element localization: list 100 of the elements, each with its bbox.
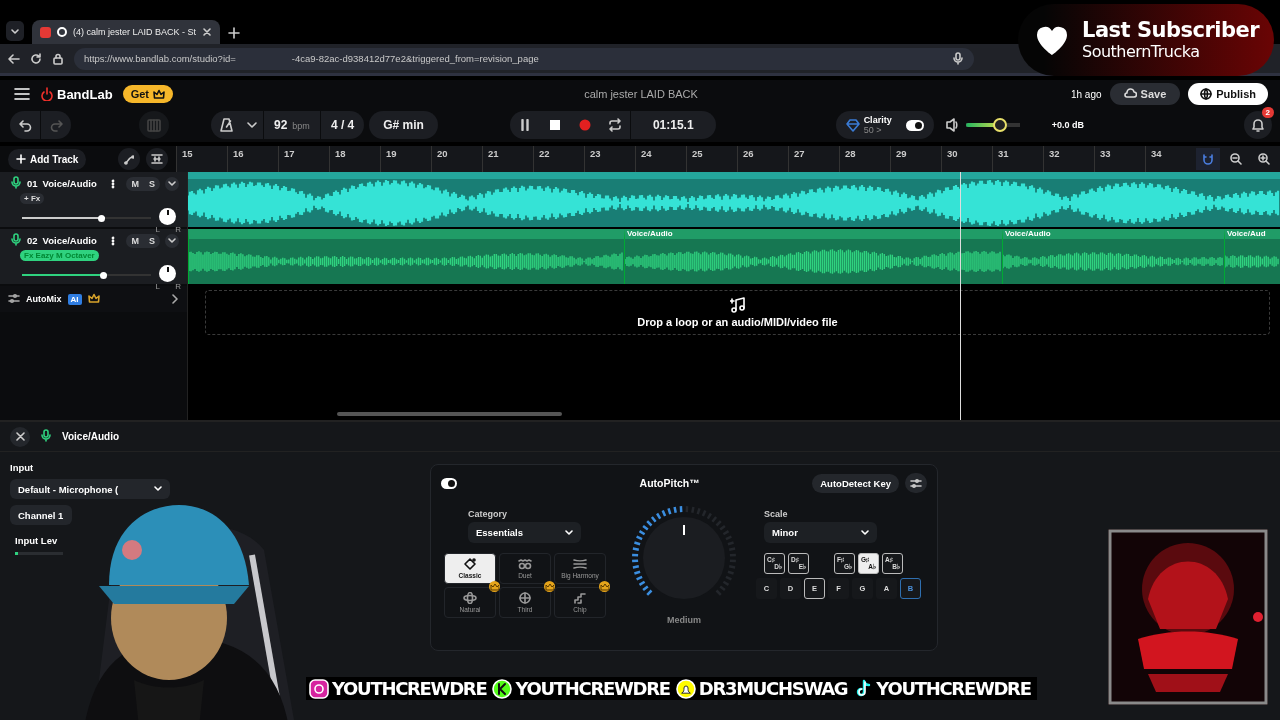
clip-label: Voice/Audio (627, 229, 673, 239)
clarity-label: Clarity (863, 114, 892, 125)
pan-knob[interactable] (159, 265, 177, 282)
brand-name: BandLab (57, 86, 113, 102)
caret-icon (10, 26, 20, 36)
undo-icon (18, 118, 32, 132)
curve-icon (124, 153, 134, 165)
tab-list-button[interactable] (6, 21, 24, 41)
ai-badge: AI (67, 293, 82, 305)
publish-button[interactable]: Publish (1188, 83, 1268, 105)
add-track-button[interactable]: Add Track (8, 148, 87, 170)
diamond-icon (463, 558, 477, 570)
social-handle: YOUTHCREWDRE (332, 678, 487, 699)
url-text: -4ca9-82ac-d938412d77e2&triggered_from=revision_page (291, 53, 539, 64)
save-button[interactable]: Save (1109, 83, 1181, 105)
close-button[interactable] (10, 426, 30, 447)
diamond-icon (845, 118, 860, 132)
toggle-switch[interactable] (441, 477, 457, 489)
music-note-icon (729, 297, 746, 313)
toggle-switch[interactable] (905, 119, 924, 131)
caret-icon (168, 237, 176, 244)
zoom-out-icon (1230, 153, 1242, 165)
browser-tab[interactable]: (4) calm jester LAID BACK - St (32, 20, 221, 44)
redo-icon (49, 118, 63, 132)
caret-icon (247, 121, 257, 129)
pan-left-label: L (155, 225, 160, 234)
effects-chip[interactable]: + Fx (20, 193, 45, 204)
camera-icon (309, 678, 329, 699)
track-number: 02 (27, 235, 38, 246)
more-icon (111, 235, 116, 246)
tempo-field[interactable]: 92 bpm (264, 118, 320, 132)
channel-dropdown[interactable]: Channel 1 (10, 505, 72, 525)
track-name[interactable]: Voice/Audio (42, 178, 97, 189)
scale-dropdown[interactable]: Minor (764, 522, 877, 543)
social-handle: YOUTHCREWDRE (515, 678, 670, 699)
microphone-icon (10, 176, 22, 189)
record-icon (57, 27, 67, 37)
record-icon (578, 119, 591, 131)
microphone-icon (952, 52, 964, 65)
solo-button[interactable]: S (144, 176, 160, 191)
time-display: 01:15.1 (651, 118, 695, 132)
autodetect-key-button[interactable]: AutoDetect Key (812, 473, 899, 493)
get-button[interactable]: Get (122, 85, 173, 103)
slider-thumb[interactable] (100, 271, 108, 279)
caret-icon (168, 180, 176, 187)
pause-icon (518, 119, 531, 131)
slider-thumb[interactable] (992, 118, 1007, 132)
stop-icon (548, 119, 561, 131)
subscriber-name: SouthernTrucka (1082, 42, 1201, 62)
back-icon (8, 52, 20, 65)
address-bar[interactable]: https://www.bandlab.com/studio?id= -4ca9-82ac-d938412d77e2&triggered_from=revision_page (74, 47, 974, 70)
new-tab-icon (228, 27, 241, 39)
solo-button[interactable]: S (144, 233, 160, 248)
social-handle: YOUTHCREWDRE (876, 678, 1031, 699)
time-signature[interactable]: 4 / 4 (320, 118, 365, 132)
microphone-icon (40, 429, 52, 442)
speaker-icon (945, 118, 958, 132)
close-icon (15, 432, 25, 441)
lines-icon (573, 558, 587, 570)
plus-icon (16, 154, 26, 164)
audio-clip[interactable] (188, 229, 624, 284)
settings-icon (910, 477, 922, 489)
reload-icon (30, 52, 42, 65)
zoom-in-icon (1258, 153, 1270, 165)
cloud-icon (1123, 88, 1137, 100)
alert-title: Last Subscriber (1082, 18, 1260, 43)
automix-label[interactable]: AutoMix (26, 294, 62, 304)
mute-button[interactable]: M (126, 176, 144, 191)
drop-zone[interactable]: Drop a loop or an audio/MIDI/video file (205, 290, 1270, 335)
notification-count: 2 (1261, 107, 1274, 118)
magnet-icon (1202, 153, 1214, 165)
input-label: Input (10, 462, 35, 473)
pan-left-label: L (155, 282, 160, 291)
amount-label: Medium (667, 615, 701, 625)
crown-icon (152, 88, 165, 100)
snap-button[interactable] (1196, 148, 1220, 170)
app-icon (40, 26, 51, 38)
project-title: calm jester LAID BACK (584, 88, 698, 100)
steps-icon (573, 592, 587, 604)
mixer-icon (8, 292, 20, 304)
logo-icon (40, 87, 54, 101)
scrollbar[interactable] (337, 412, 562, 416)
category-dropdown[interactable]: Essentials (468, 522, 581, 543)
settings-button[interactable] (905, 473, 927, 493)
menu-icon (14, 87, 30, 101)
automation-button[interactable] (118, 148, 140, 170)
saved-time: 1h ago (1070, 88, 1102, 100)
clarity-value[interactable]: 50 > (863, 125, 892, 136)
microphone-icon (10, 233, 22, 246)
expand-button[interactable] (165, 176, 179, 191)
panel-title: Voice/Audio (62, 431, 120, 442)
caret-icon (565, 529, 573, 536)
scale-label: Scale (764, 509, 789, 519)
pan-knob[interactable] (159, 208, 177, 225)
track-name[interactable]: Voice/Audio (42, 235, 97, 246)
expand-button[interactable] (165, 233, 179, 248)
device-dropdown[interactable]: Default - Microphone ( (10, 479, 170, 499)
mute-button[interactable]: M (126, 233, 144, 248)
slider-thumb[interactable] (97, 214, 105, 222)
url-text: https://www.bandlab.com/studio?id= (84, 53, 236, 64)
